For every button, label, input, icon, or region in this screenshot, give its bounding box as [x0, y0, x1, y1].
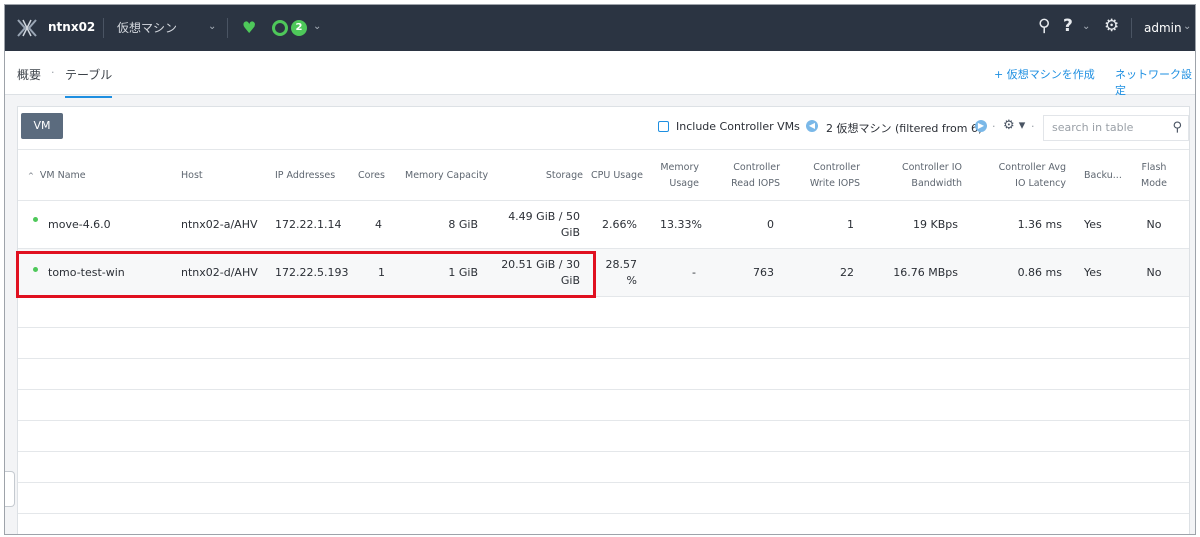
sidebar-drag-handle[interactable] [5, 471, 15, 507]
empty-row [18, 452, 1189, 483]
latency-cell: 0.86 ms [1017, 265, 1062, 279]
flash-cell: No [1146, 217, 1162, 231]
separator-dot: · [992, 120, 996, 133]
column-header-memory-usage[interactable]: Memory Usage [655, 158, 699, 194]
flash-cell: No [1146, 265, 1162, 279]
search-input[interactable] [1052, 121, 1162, 134]
paginate-next-icon[interactable]: ▶ [975, 120, 987, 132]
column-header-ip[interactable]: IP Addresses [275, 158, 355, 194]
search-icon[interactable]: ⚲ [1172, 120, 1182, 135]
memory-usage-cell: 13.33% [660, 217, 702, 231]
column-header-cpu[interactable]: CPU Usage [591, 158, 651, 194]
cpu-cell: 28.57 % [605, 257, 638, 287]
column-header-ctrl-write[interactable]: Controller Write IOPS [788, 158, 860, 194]
network-config-link[interactable]: ネットワーク設定 [1115, 66, 1195, 98]
gear-icon[interactable]: ⚙ [1104, 16, 1119, 36]
memory-cell: 8 GiB [448, 217, 478, 231]
ip-cell: 172.22.1.14 [275, 217, 342, 231]
read-iops-cell: 0 [767, 217, 774, 231]
bandwidth-cell: 19 KBps [913, 217, 958, 231]
backup-cell: Yes [1084, 265, 1102, 279]
column-header-cores[interactable]: Cores [358, 158, 388, 194]
divider [103, 18, 104, 38]
column-header-vm-name[interactable]: ^ VM Name [28, 158, 168, 194]
entity-menu[interactable]: 仮想マシン [117, 19, 177, 36]
sub-nav: 概要 · テーブル + 仮想マシンを作成 ネットワーク設定 [5, 51, 1195, 98]
host-cell: ntnx02-a/AHV [181, 217, 258, 231]
tab-overview[interactable]: 概要 [17, 66, 41, 83]
column-header-memory[interactable]: Memory Capacity [405, 158, 495, 194]
pagination-label: 2 仮想マシン (filtered from 6) [826, 122, 983, 135]
search-icon[interactable]: ⚲ [1038, 16, 1050, 36]
write-iops-cell: 1 [847, 217, 854, 231]
chevron-down-icon[interactable]: ⌄ [208, 21, 216, 32]
alert-ring-icon[interactable] [272, 20, 288, 36]
cpu-cell: 2.66% [602, 217, 637, 231]
include-controller-checkbox[interactable] [658, 121, 669, 132]
heartbeat-icon[interactable]: ♥ [242, 18, 256, 37]
empty-row [18, 328, 1189, 359]
divider [227, 18, 228, 38]
top-bar: ntnx02 仮想マシン ⌄ ♥ 2 ⌄ ⚲ ? ⌄ ⚙ admin ⌄ [5, 5, 1195, 51]
alert-count-badge[interactable]: 2 [291, 20, 307, 36]
vm-button[interactable]: VM [21, 113, 63, 139]
nutanix-logo-icon[interactable] [17, 19, 37, 37]
separator-dot: · [1031, 120, 1035, 133]
column-header-host[interactable]: Host [181, 158, 261, 194]
selection-highlight [16, 251, 596, 298]
column-header-ctrl-bandwidth[interactable]: Controller IO Bandwidth [886, 158, 962, 194]
include-controller-label[interactable]: Include Controller VMs [676, 120, 800, 133]
vm-table-panel: VM Include Controller VMs · ◀ 2 仮想マシン (f… [17, 106, 1190, 534]
help-icon[interactable]: ? [1063, 16, 1073, 36]
create-vm-link[interactable]: + 仮想マシンを作成 [994, 66, 1095, 82]
empty-row [18, 421, 1189, 452]
empty-row [18, 390, 1189, 421]
read-iops-cell: 763 [753, 265, 774, 279]
column-header-ctrl-read[interactable]: Controller Read IOPS [708, 158, 780, 194]
column-header-flash[interactable]: Flash Mode [1136, 158, 1172, 194]
storage-cell: 4.49 GiB / 50 GiB [508, 209, 580, 239]
tab-table[interactable]: テーブル [65, 66, 113, 98]
column-header-ctrl-latency[interactable]: Controller Avg IO Latency [986, 158, 1066, 194]
paginate-prev-icon[interactable]: ◀ [806, 120, 818, 132]
separator-dot: · [793, 120, 797, 133]
search-box: ⚲ [1043, 115, 1189, 141]
column-header-backup[interactable]: Backu... [1084, 158, 1124, 194]
chevron-down-icon[interactable]: ⌄ [1183, 21, 1191, 32]
table-header: ^ VM Name Host IP Addresses Cores Memory … [18, 149, 1189, 201]
chevron-down-icon[interactable]: ⌄ [313, 21, 321, 32]
column-header-storage[interactable]: Storage [513, 158, 583, 194]
gear-icon[interactable]: ⚙ ▾ [1003, 118, 1025, 133]
cores-cell: 4 [375, 217, 382, 231]
write-iops-cell: 22 [840, 265, 854, 279]
status-dot-icon [33, 217, 38, 222]
empty-row [18, 359, 1189, 390]
vm-name-cell[interactable]: move-4.6.0 [48, 201, 168, 248]
latency-cell: 1.36 ms [1017, 217, 1062, 231]
divider [1131, 18, 1132, 38]
backup-cell: Yes [1084, 217, 1102, 231]
chevron-down-icon[interactable]: ⌄ [1082, 21, 1090, 32]
empty-row [18, 483, 1189, 514]
bandwidth-cell: 16.76 MBps [893, 265, 958, 279]
table-row[interactable]: move-4.6.0 ntnx02-a/AHV 172.22.1.14 4 8 … [18, 201, 1189, 249]
empty-row [18, 297, 1189, 328]
app-window: ntnx02 仮想マシン ⌄ ♥ 2 ⌄ ⚲ ? ⌄ ⚙ admin ⌄ 概要 … [4, 4, 1196, 535]
memory-usage-cell: - [692, 265, 696, 279]
user-menu[interactable]: admin [1144, 21, 1182, 35]
tab-separator: · [51, 66, 55, 79]
cluster-name[interactable]: ntnx02 [48, 20, 95, 34]
